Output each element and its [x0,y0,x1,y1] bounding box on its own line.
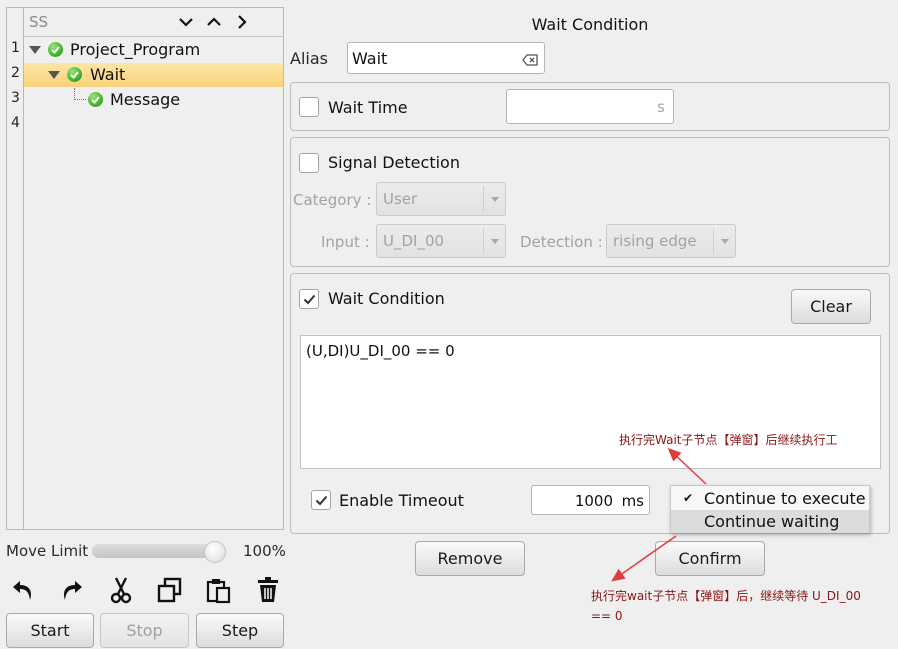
chevron-down-icon [483,186,505,212]
line-number: 2 [11,65,20,81]
tree-node-label: Wait [90,65,126,84]
remove-button[interactable]: Remove [415,541,525,576]
status-ok-icon [88,92,103,107]
step-button[interactable]: Step [196,613,284,648]
wait-condition-checkbox[interactable] [299,289,319,309]
chevron-down-icon [713,228,735,254]
chevron-up-icon[interactable] [204,11,224,33]
clear-text-icon[interactable] [522,52,538,70]
move-limit-label: Move Limit [6,542,89,560]
annotation-line: 执行完wait子节点【弹窗】后，继续等待 U_DI_00 [591,589,861,603]
tree-node-label: Message [110,90,181,109]
condition-expression: (U,DI)U_DI_00 == 0 [306,342,455,360]
detection-select[interactable]: rising edge [606,224,736,258]
wait-time-checkbox[interactable] [299,97,319,117]
tree-node-project-program[interactable]: Project_Program [24,38,283,62]
program-tree-panel: SS Project_Program Wait Message [23,7,284,530]
signal-detection-checkbox[interactable] [299,153,319,173]
chevron-right-icon[interactable] [232,11,252,33]
chevron-down-icon [483,228,505,254]
status-ok-icon [48,42,63,57]
signal-detection-group: Signal Detection Category : User Input :… [290,137,890,267]
annotation-line: == 0 [591,609,623,623]
tree-node-wait[interactable]: Wait [24,63,283,87]
detection-value: rising edge [613,232,697,250]
start-button[interactable]: Start [6,613,94,648]
menu-item-continue-waiting[interactable]: Continue waiting [671,510,869,533]
status-ok-icon [67,67,82,82]
tree-node-message[interactable]: Message [24,88,283,112]
wait-condition-label: Wait Condition [328,289,445,308]
timeout-input[interactable]: 1000 ms [531,485,650,515]
timeout-action-menu: ✔ Continue to execute Continue waiting [670,485,870,533]
cut-icon[interactable] [104,573,138,607]
category-value: User [383,190,418,208]
timeout-value: 1000 [574,492,613,510]
menu-item-label: Continue waiting [704,512,840,531]
confirm-button[interactable]: Confirm [655,541,765,576]
stop-button[interactable]: Stop [100,613,189,648]
expand-caret-icon[interactable] [29,46,41,54]
detection-label: Detection : [520,233,603,251]
alias-label: Alias [290,49,328,68]
chevron-down-icon[interactable] [176,11,196,33]
alias-input[interactable]: Wait [347,42,545,74]
line-number: 4 [11,115,20,131]
annotation-note: 执行完wait子节点【弹窗】后，继续等待 U_DI_00 == 0 [591,586,861,626]
category-select[interactable]: User [376,182,506,216]
category-label: Category : [293,191,372,209]
annotation-note: 执行完Wait子节点【弹窗】后继续执行工 [619,433,838,447]
move-limit-slider[interactable] [92,541,226,563]
tree-node-label: Project_Program [70,40,201,59]
input-label: Input : [321,233,370,251]
paste-icon[interactable] [202,573,236,607]
line-number: 1 [11,40,20,56]
copy-icon[interactable] [153,573,187,607]
wait-time-unit: s [657,98,665,116]
tree-header-title: SS [29,13,49,31]
line-number: 3 [11,90,20,106]
expand-caret-icon[interactable] [48,71,60,79]
clear-button[interactable]: Clear [791,289,871,324]
enable-timeout-label: Enable Timeout [339,491,464,510]
move-limit-value: 100% [243,542,286,560]
wait-time-label: Wait Time [328,98,408,117]
wait-time-input[interactable]: s [506,89,674,124]
condition-expression-editor[interactable]: (U,DI)U_DI_00 == 0 执行完Wait子节点【弹窗】后继续执行工 [300,335,881,469]
undo-icon[interactable] [6,573,40,607]
timeout-unit: ms [621,492,644,510]
input-select[interactable]: U_DI_00 [376,224,506,258]
alias-value: Wait [352,49,388,68]
checkmark-icon: ✔ [683,491,694,505]
trash-icon[interactable] [251,573,285,607]
wait-time-group: Wait Time s [290,82,890,131]
signal-detection-label: Signal Detection [328,153,460,172]
line-number-gutter: 1 2 3 4 [6,7,24,530]
enable-timeout-checkbox[interactable] [311,490,331,510]
move-limit-fill [92,544,215,558]
move-limit-handle[interactable] [204,541,226,563]
page-title: Wait Condition [531,15,649,34]
redo-icon[interactable] [55,573,89,607]
menu-item-continue-execute[interactable]: ✔ Continue to execute [671,487,869,510]
menu-item-label: Continue to execute [704,489,866,508]
tree-header: SS [24,8,283,37]
input-value: U_DI_00 [383,232,445,250]
